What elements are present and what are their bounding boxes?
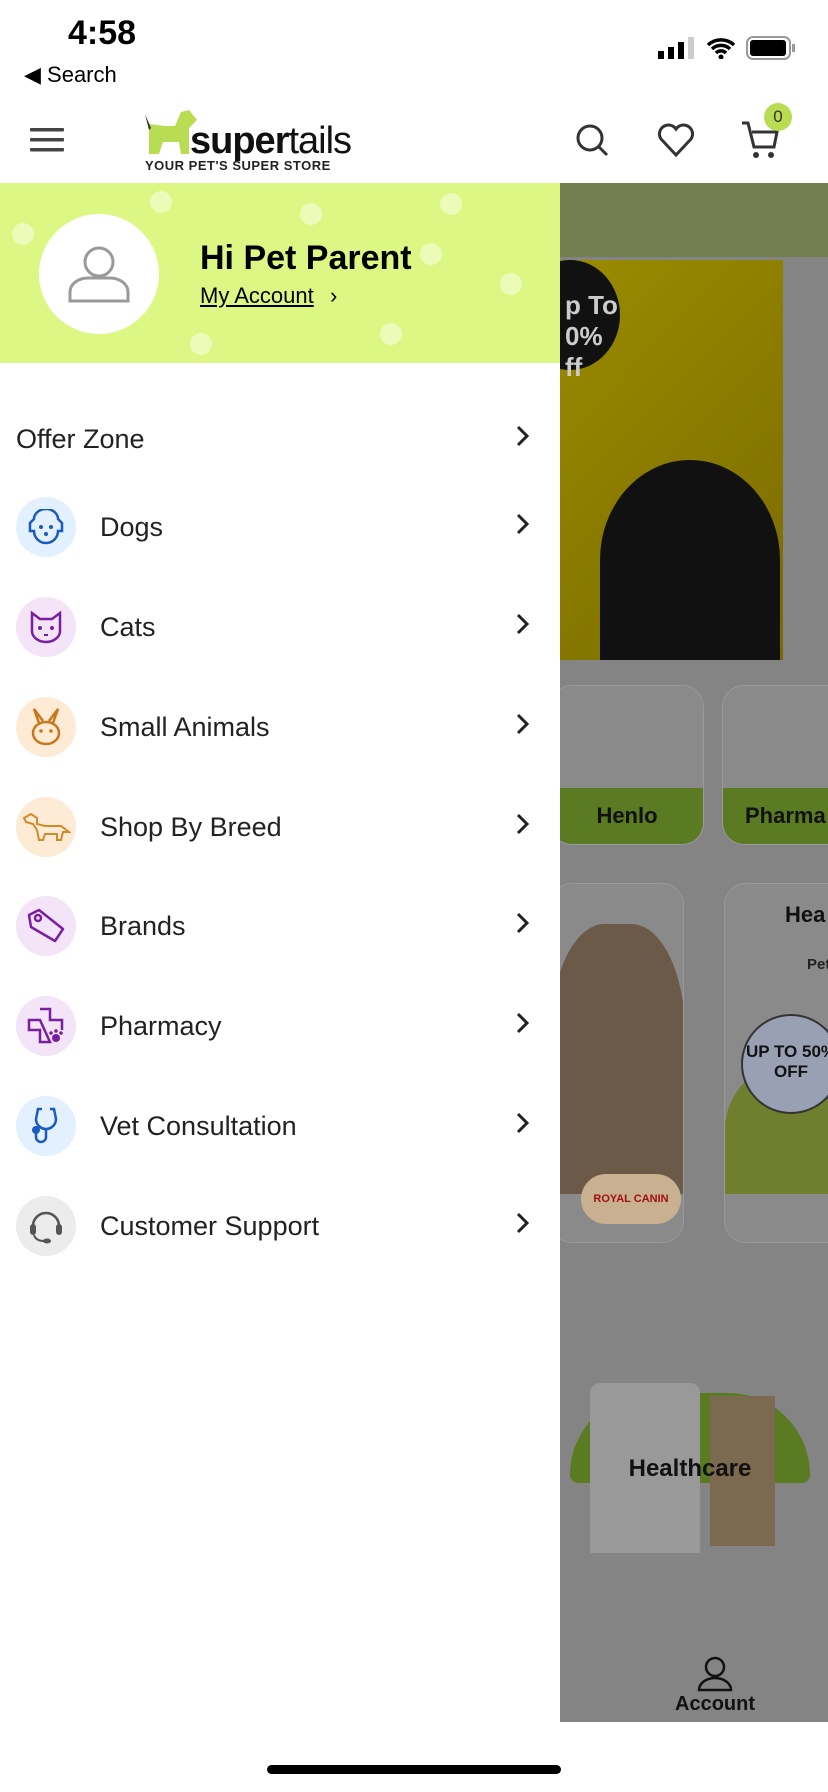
status-time: 4:58 (68, 14, 137, 52)
menu-item-dogs[interactable]: Dogs (0, 487, 560, 567)
wifi-icon (706, 38, 736, 59)
menu-item-label: Small Animals (100, 711, 270, 742)
card-pharma-label: Pharma (723, 788, 828, 844)
banner-image: p To 0% ff (560, 260, 783, 660)
logo-brand-b: tails (288, 120, 352, 162)
menu-item-label: Brands (100, 910, 186, 941)
menu-item-small-animals[interactable]: Small Animals (0, 687, 560, 767)
background-page-overlay[interactable]: p To 0% ff Henlo Pharma ROYAL CANIN Hea … (560, 183, 828, 1722)
menu-item-label: Pharmacy (100, 1010, 222, 1041)
menu-item-vet-consultation[interactable]: Vet Consultation (0, 1086, 560, 1166)
chevron-right-icon (516, 513, 530, 535)
logo[interactable]: supertails (190, 120, 352, 163)
dog-breed-icon (16, 797, 76, 857)
royal-canin-badge: ROYAL CANIN (581, 1174, 681, 1224)
battery-icon (746, 36, 795, 60)
rabbit-icon (16, 697, 76, 757)
dog-icon (16, 497, 76, 557)
menu-item-pharmacy[interactable]: Pharmacy (0, 986, 560, 1066)
search-icon[interactable] (574, 122, 610, 158)
chevron-right-icon (516, 713, 530, 735)
card-health-promo[interactable]: Hea Pet UP TO 50% OFF (724, 883, 828, 1243)
healthcare-label: Healthcare (628, 1455, 752, 1482)
avatar[interactable] (39, 214, 159, 334)
tag-icon (16, 896, 76, 956)
chevron-right-icon (516, 1112, 530, 1134)
back-label: Search (47, 62, 117, 87)
menu-item-shop-by-breed[interactable]: Shop By Breed (0, 787, 560, 867)
signal-icon (658, 37, 694, 59)
logo-tagline: YOUR PET'S SUPER STORE (145, 158, 331, 173)
headset-icon (16, 1196, 76, 1256)
back-to-search[interactable]: ◀ Search (24, 62, 117, 88)
cat-icon (16, 597, 76, 657)
account-tab-label[interactable]: Account (660, 1693, 770, 1716)
card-pharma[interactable]: Pharma (722, 685, 828, 845)
card-henlo-label: Henlo (560, 788, 703, 844)
logo-brand-a: super (190, 120, 289, 162)
chevron-right-icon: › (330, 283, 338, 308)
menu-item-label: Cats (100, 611, 156, 642)
chevron-right-icon (516, 613, 530, 635)
side-drawer: Hi Pet Parent My Account › Offer Zone Do… (0, 183, 560, 1722)
user-icon (68, 246, 130, 303)
stethoscope-icon (16, 1096, 76, 1156)
menu-icon[interactable] (30, 126, 64, 154)
status-icons (658, 36, 796, 60)
my-account-link[interactable]: My Account (200, 283, 314, 309)
menu-item-customer-support[interactable]: Customer Support (0, 1186, 560, 1266)
greeting: Hi Pet Parent (200, 239, 412, 277)
menu-item-brands[interactable]: Brands (0, 886, 560, 966)
chevron-right-icon (516, 1012, 530, 1034)
menu-item-label: Offer Zone (16, 423, 145, 454)
menu-item-label: Vet Consultation (100, 1110, 297, 1141)
home-indicator[interactable] (267, 1765, 561, 1774)
card-dog-promo[interactable]: ROYAL CANIN (560, 883, 684, 1243)
banner-offer: p To 0% ff (560, 260, 620, 382)
promo-sub: Pet (807, 956, 828, 973)
chevron-right-icon (516, 1212, 530, 1234)
cart-count-badge: 0 (764, 103, 792, 131)
account-tab-icon[interactable] (697, 1656, 733, 1692)
medical-cross-icon (16, 996, 76, 1056)
menu-item-label: Dogs (100, 511, 164, 542)
top-navigation (0, 95, 828, 183)
promo-title: Hea (785, 902, 826, 927)
menu-item-cats[interactable]: Cats (0, 587, 560, 667)
chevron-right-icon (516, 813, 530, 835)
heart-icon[interactable] (656, 122, 696, 158)
menu-item-label: Customer Support (100, 1210, 320, 1241)
chevron-right-icon (516, 912, 530, 934)
card-henlo[interactable]: Henlo (560, 685, 704, 845)
menu-item-label: Shop By Breed (100, 811, 282, 842)
drawer-header: Hi Pet Parent My Account › (0, 183, 560, 363)
menu-item-offer-zone[interactable]: Offer Zone (0, 399, 560, 479)
chevron-right-icon (516, 425, 530, 447)
